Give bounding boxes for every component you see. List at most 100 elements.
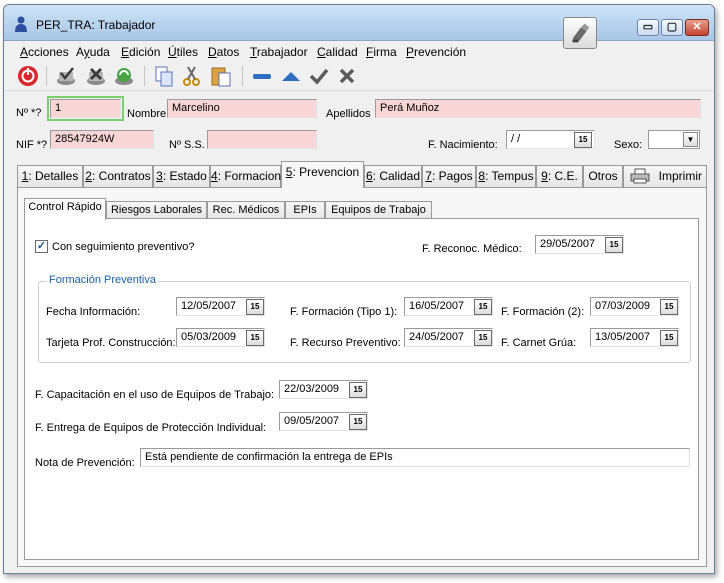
- cancel-button[interactable]: [335, 64, 359, 88]
- title-bar: PER_TRA: Trabajador ▭ ▢ ✕: [4, 5, 714, 41]
- maximize-button[interactable]: ▢: [661, 19, 683, 36]
- form-tipo1-calendar-button[interactable]: 15: [474, 299, 492, 315]
- fnac-calendar-button[interactable]: 15: [574, 132, 592, 148]
- tab-prevencion[interactable]: 5: Prevencion: [281, 161, 364, 188]
- toolbar: [4, 61, 714, 91]
- nss-input[interactable]: [207, 130, 317, 149]
- nss-label: Nº S.S.: [169, 139, 205, 151]
- menu-bar: Acciones Ayuda Edición Útiles Datos Trab…: [4, 41, 714, 61]
- accept-button[interactable]: [307, 64, 331, 88]
- nota-input[interactable]: Está pendiente de confirmación la entreg…: [140, 448, 690, 467]
- menu-ayuda[interactable]: Ayuda: [76, 45, 110, 59]
- menu-firma[interactable]: Firma: [366, 45, 397, 59]
- minus-button[interactable]: [250, 64, 274, 88]
- seguimiento-label: Con seguimiento preventivo?: [52, 241, 195, 253]
- cut-button[interactable]: [180, 64, 204, 88]
- recurso-label: F. Recurso Preventivo:: [290, 337, 401, 349]
- tab-contratos[interactable]: 2: Contratos: [83, 165, 153, 187]
- tarjeta-calendar-button[interactable]: 15: [246, 330, 264, 346]
- subtab-riesgos-laborales[interactable]: Riesgos Laborales: [106, 201, 207, 219]
- cancel-icon: [339, 68, 355, 84]
- paste-icon: [211, 67, 231, 87]
- tab-estado[interactable]: 3: Estado: [153, 165, 210, 187]
- sexo-select[interactable]: ▼: [648, 130, 700, 149]
- reconoc-calendar-button[interactable]: 15: [605, 237, 623, 253]
- tab-formacion[interactable]: 4: Formacion: [210, 165, 281, 187]
- capacitacion-calendar-button[interactable]: 15: [349, 382, 367, 398]
- nif-input[interactable]: 28547924W: [50, 130, 154, 149]
- menu-datos[interactable]: Datos: [208, 45, 239, 59]
- entrega-label: F. Entrega de Equipos de Protección Indi…: [35, 422, 267, 434]
- num-input[interactable]: 1: [47, 96, 124, 121]
- tab-otros[interactable]: Otros: [583, 165, 623, 187]
- refresh-icon: [115, 68, 133, 85]
- subtab-epis[interactable]: EPIs: [285, 201, 325, 219]
- worker-icon: [15, 16, 27, 32]
- reconoc-label: F. Reconoc. Médico:: [422, 243, 522, 255]
- window-tool-button[interactable]: [563, 17, 597, 49]
- apellidos-label: Apellidos: [326, 108, 371, 120]
- minimize-button[interactable]: ▭: [637, 19, 659, 36]
- power-button[interactable]: [16, 64, 40, 88]
- nombre-label: Nombre: [127, 108, 167, 120]
- delete-all-button[interactable]: [84, 64, 108, 88]
- app-window: PER_TRA: Trabajador ▭ ▢ ✕ Acciones Ayuda…: [3, 4, 715, 574]
- sexo-label: Sexo:: [614, 139, 643, 151]
- tab-pagos[interactable]: 7: Pagos: [422, 165, 476, 187]
- form-tipo1-label: F. Formación (Tipo 1):: [290, 306, 398, 318]
- tab-imprimir[interactable]: Imprimir: [623, 165, 707, 187]
- window-title: PER_TRA: Trabajador: [36, 18, 156, 32]
- cut-icon: [183, 66, 200, 86]
- close-button[interactable]: ✕: [685, 19, 709, 36]
- refresh-button[interactable]: [112, 64, 136, 88]
- num-label: Nº *?: [16, 107, 42, 119]
- chevron-down-icon: ▼: [683, 132, 698, 147]
- delete-all-icon: [87, 67, 105, 85]
- accept-icon: [309, 68, 329, 85]
- menu-edicion[interactable]: Edición: [121, 45, 160, 59]
- control-rapido-panel: ✓ Con seguimiento preventivo? F. Reconoc…: [24, 218, 699, 560]
- menu-trabajador[interactable]: Trabajador: [250, 45, 308, 59]
- subtab-control-rapido[interactable]: Control Rápido: [24, 198, 106, 220]
- menu-calidad[interactable]: Calidad: [317, 45, 358, 59]
- check-all-icon: [57, 67, 75, 85]
- copy-button[interactable]: [152, 64, 176, 88]
- tab-tempus[interactable]: 8: Tempus: [476, 165, 536, 187]
- tab-ce[interactable]: 9: C.E.: [536, 165, 583, 187]
- power-icon: [18, 66, 38, 86]
- formacion-preventiva-group: Formación Preventiva Fecha Información: …: [38, 274, 691, 363]
- minimize-icon: ▭: [642, 21, 654, 33]
- menu-utiles[interactable]: Útiles: [168, 45, 198, 59]
- formacion-preventiva-title: Formación Preventiva: [47, 274, 158, 286]
- check-all-button[interactable]: [54, 64, 78, 88]
- printer-icon: [630, 168, 650, 184]
- tab-detalles[interactable]: 1: Detalles: [17, 165, 83, 187]
- apellidos-input[interactable]: Perá Muñoz: [375, 99, 701, 118]
- recurso-calendar-button[interactable]: 15: [474, 330, 492, 346]
- nota-label: Nota de Prevención:: [35, 457, 135, 469]
- capacitacion-label: F. Capacitación en el uso de Equipos de …: [35, 389, 275, 401]
- nombre-input[interactable]: Marcelino: [167, 99, 317, 118]
- tarjeta-label: Tarjeta Prof. Construcción:: [46, 337, 176, 349]
- up-icon: [282, 72, 300, 81]
- carnet-label: F. Carnet Grúa:: [501, 337, 577, 349]
- seguimiento-checkbox[interactable]: ✓: [35, 240, 48, 253]
- form2-calendar-button[interactable]: 15: [660, 299, 678, 315]
- subtab-equipos-trabajo[interactable]: Equipos de Trabajo: [325, 201, 432, 219]
- copy-icon: [155, 66, 173, 87]
- entrega-calendar-button[interactable]: 15: [349, 414, 367, 430]
- close-icon: ✕: [692, 21, 702, 33]
- menu-prevencion[interactable]: Prevención: [406, 45, 466, 59]
- tab-calidad[interactable]: 6: Calidad: [364, 165, 422, 187]
- carnet-calendar-button[interactable]: 15: [660, 330, 678, 346]
- paste-button[interactable]: [209, 64, 233, 88]
- tool-icon: [572, 23, 590, 43]
- maximize-icon: ▢: [666, 21, 678, 33]
- fecha-info-calendar-button[interactable]: 15: [246, 299, 264, 315]
- nif-label: NIF *?: [16, 139, 48, 151]
- fecha-info-label: Fecha Información:: [46, 306, 141, 318]
- form2-label: F. Formación (2):: [501, 306, 585, 318]
- up-button[interactable]: [279, 64, 303, 88]
- subtab-rec-medicos[interactable]: Rec. Médicos: [207, 201, 285, 219]
- menu-acciones[interactable]: Acciones: [20, 45, 69, 59]
